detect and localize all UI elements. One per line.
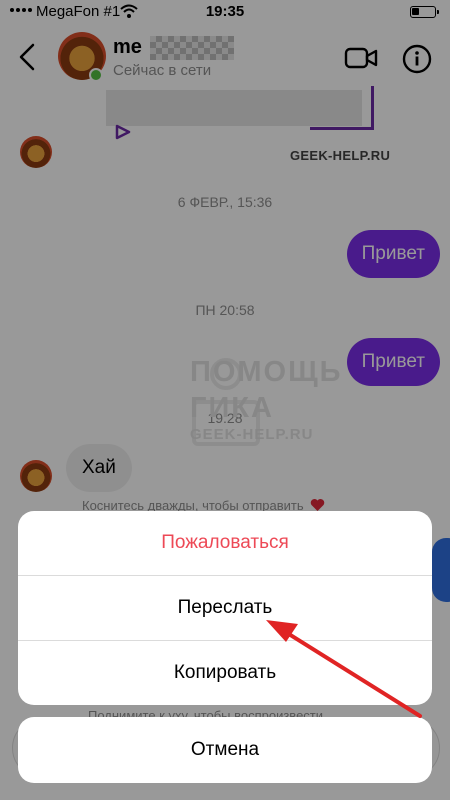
message-action-sheet: Пожаловаться Переслать Копировать xyxy=(18,511,432,705)
forward-button[interactable]: Переслать xyxy=(18,576,432,640)
report-button[interactable]: Пожаловаться xyxy=(18,511,432,575)
cancel-button[interactable]: Отмена xyxy=(18,717,432,783)
copy-button[interactable]: Копировать xyxy=(18,641,432,705)
